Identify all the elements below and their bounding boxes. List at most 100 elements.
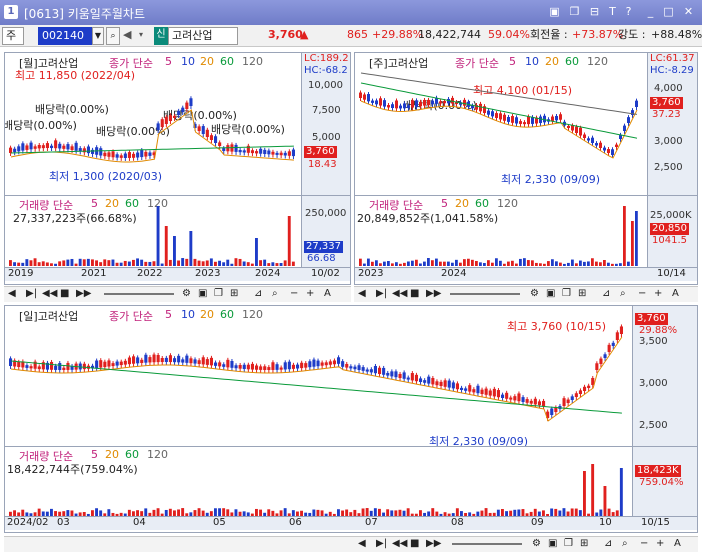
candle (419, 101, 422, 107)
settings-icon[interactable]: ⚙ (530, 288, 539, 299)
candle (107, 152, 111, 157)
settings-icon[interactable]: ⚙ (532, 538, 541, 549)
turnover-value: +73.87% (572, 28, 624, 41)
minimize-button[interactable]: _ (644, 5, 657, 18)
volume-bar (395, 262, 398, 266)
chevron-down-icon[interactable]: ▼ (92, 27, 104, 45)
grid-icon[interactable]: ⊞ (230, 288, 238, 299)
pin-icon[interactable]: ⊟ (588, 5, 601, 18)
grid-icon[interactable]: ⊞ (580, 538, 588, 549)
volume: 18,422,744 (418, 28, 481, 41)
stop-icon[interactable]: ■ (410, 288, 419, 299)
candle (164, 116, 168, 124)
close-button[interactable]: ✕ (682, 5, 695, 18)
rewind-icon[interactable]: ◀◀ (392, 288, 407, 299)
candle (308, 361, 312, 368)
ruler-icon[interactable]: ⊿ (604, 538, 612, 549)
layout-icon[interactable]: ❐ (214, 288, 223, 299)
candle (615, 144, 618, 147)
stock-name-field[interactable]: 고려산업 (168, 27, 238, 45)
volume-bar (555, 261, 558, 266)
stop-icon[interactable]: ■ (410, 538, 419, 549)
zoom-icon[interactable]: ⌕ (622, 538, 628, 549)
layout-icon[interactable]: ❐ (564, 538, 573, 549)
maximize-button[interactable]: □ (662, 5, 675, 18)
font-icon[interactable]: T (606, 5, 619, 18)
scroll-left-icon[interactable]: ◀ (358, 538, 366, 549)
x-tick: 08 (451, 517, 464, 528)
candle (25, 365, 29, 368)
window-icon[interactable]: ▣ (198, 288, 207, 299)
zoom-icon[interactable]: ⌕ (620, 288, 626, 299)
zoom-in-button[interactable]: + (656, 538, 664, 549)
volume-bar (431, 260, 434, 266)
volume-bar (415, 259, 418, 266)
fast-forward-icon[interactable]: ▶▶ (426, 538, 441, 549)
candle (399, 105, 402, 109)
candle (267, 367, 271, 370)
volume-bar (423, 261, 426, 266)
grid-icon[interactable]: ⊞ (578, 288, 586, 299)
volume-bar (291, 261, 295, 266)
ma60-line (10, 360, 622, 414)
font-size-button[interactable]: A (672, 288, 679, 299)
zoom-in-button[interactable]: + (654, 288, 662, 299)
stock-code-input[interactable]: 002140 (38, 27, 92, 45)
scroll-left-icon[interactable]: ◀ (358, 288, 366, 299)
font-size-button[interactable]: A (324, 288, 331, 299)
zoom-out-button[interactable]: − (638, 288, 646, 299)
volume-bar (378, 508, 381, 516)
stop-icon[interactable]: ■ (60, 288, 69, 299)
scroll-left-icon[interactable]: ◀ (8, 288, 16, 299)
y-tick: 10,000 (308, 80, 343, 91)
monthly-volume-axis: 250,000 27,337 66.68 (301, 196, 350, 267)
candle (115, 361, 119, 366)
candle (107, 360, 111, 367)
monthly-controls: ◀ ▶| ◀◀ ■ ▶▶ ⚙ ▣ ❐ ⊞ ⊿ ⌕ − + A (4, 286, 351, 302)
link-icon[interactable]: ▣ (548, 5, 561, 18)
candle (66, 144, 70, 150)
step-forward-icon[interactable]: ▶| (26, 288, 37, 299)
layout-icon[interactable]: ❐ (562, 288, 571, 299)
zoom-out-button[interactable]: − (640, 538, 648, 549)
search-icon[interactable]: ⌕ (106, 27, 120, 45)
zoom-slider[interactable] (104, 293, 174, 295)
zoom-out-button[interactable]: − (290, 288, 298, 299)
ruler-icon[interactable]: ⊿ (254, 288, 262, 299)
window-icon[interactable]: ▣ (548, 538, 557, 549)
volume-bar (435, 258, 438, 266)
font-size-button[interactable]: A (674, 538, 681, 549)
volume-bar (599, 262, 602, 266)
speaker-icon[interactable]: ◀ (123, 27, 137, 45)
candle (205, 359, 209, 365)
monthly-price-axis: LC:189.2 HC:-68.2 10,000 7,500 5,000 3,7… (301, 53, 350, 195)
candle (62, 367, 66, 370)
zoom-icon[interactable]: ⌕ (272, 288, 278, 299)
step-forward-icon[interactable]: ▶| (376, 538, 387, 549)
candle (337, 357, 341, 364)
volume-bar (603, 259, 606, 266)
candle (492, 388, 496, 397)
zoom-slider[interactable] (450, 293, 520, 295)
fast-forward-icon[interactable]: ▶▶ (76, 288, 91, 299)
dropdown-icon[interactable]: ▾ (139, 27, 149, 45)
step-forward-icon[interactable]: ▶| (376, 288, 387, 299)
volume-bar (91, 259, 94, 266)
zoom-in-button[interactable]: + (306, 288, 314, 299)
y-tick: 3,500 (639, 336, 668, 347)
help-icon[interactable]: ? (622, 5, 635, 18)
candle (587, 138, 590, 141)
x-tick: 06 (289, 517, 302, 528)
fast-forward-icon[interactable]: ▶▶ (426, 288, 441, 299)
copy-icon[interactable]: ❐ (568, 5, 581, 18)
x-tick: 2023 (195, 268, 221, 279)
rewind-icon[interactable]: ◀◀ (42, 288, 57, 299)
zoom-slider[interactable] (452, 543, 522, 545)
rewind-icon[interactable]: ◀◀ (392, 538, 407, 549)
ruler-icon[interactable]: ⊿ (602, 288, 610, 299)
candle (218, 362, 222, 367)
window-icon[interactable]: ▣ (546, 288, 555, 299)
settings-icon[interactable]: ⚙ (182, 288, 191, 299)
candle (177, 355, 181, 363)
market-select[interactable]: 주 (2, 27, 24, 45)
